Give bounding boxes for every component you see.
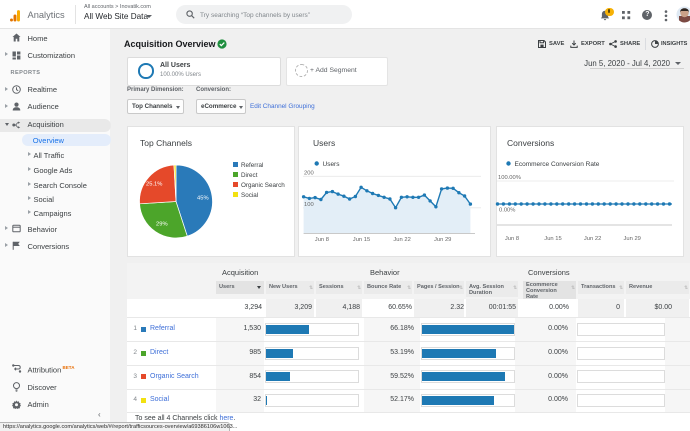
svg-text:45%: 45% xyxy=(197,196,209,202)
svg-text:100: 100 xyxy=(304,202,314,208)
svg-text:Jun 8: Jun 8 xyxy=(505,236,519,242)
svg-text:29%: 29% xyxy=(156,222,168,228)
svg-text:Direct: Direct xyxy=(241,172,258,179)
svg-text:25.1%: 25.1% xyxy=(146,182,162,188)
svg-text:Jun 15: Jun 15 xyxy=(353,237,370,243)
svg-text:Jun 8: Jun 8 xyxy=(315,237,329,243)
svg-text:Referral: Referral xyxy=(241,162,263,169)
svg-text:200: 200 xyxy=(304,170,314,176)
svg-text:Jun 22: Jun 22 xyxy=(393,237,410,243)
svg-text:0.00%: 0.00% xyxy=(499,208,515,214)
svg-text:Users: Users xyxy=(323,161,341,168)
svg-text:Jun 15: Jun 15 xyxy=(544,236,561,242)
svg-text:Ecommerce Conversion Rate: Ecommerce Conversion Rate xyxy=(515,161,600,168)
svg-text:100.00%: 100.00% xyxy=(498,175,521,181)
svg-text:Jun 22: Jun 22 xyxy=(584,236,601,242)
svg-text:Organic Search: Organic Search xyxy=(241,182,285,189)
svg-text:Social: Social xyxy=(241,192,258,199)
svg-text:Jun 29: Jun 29 xyxy=(434,237,451,243)
svg-text:Jun 29: Jun 29 xyxy=(623,236,640,242)
